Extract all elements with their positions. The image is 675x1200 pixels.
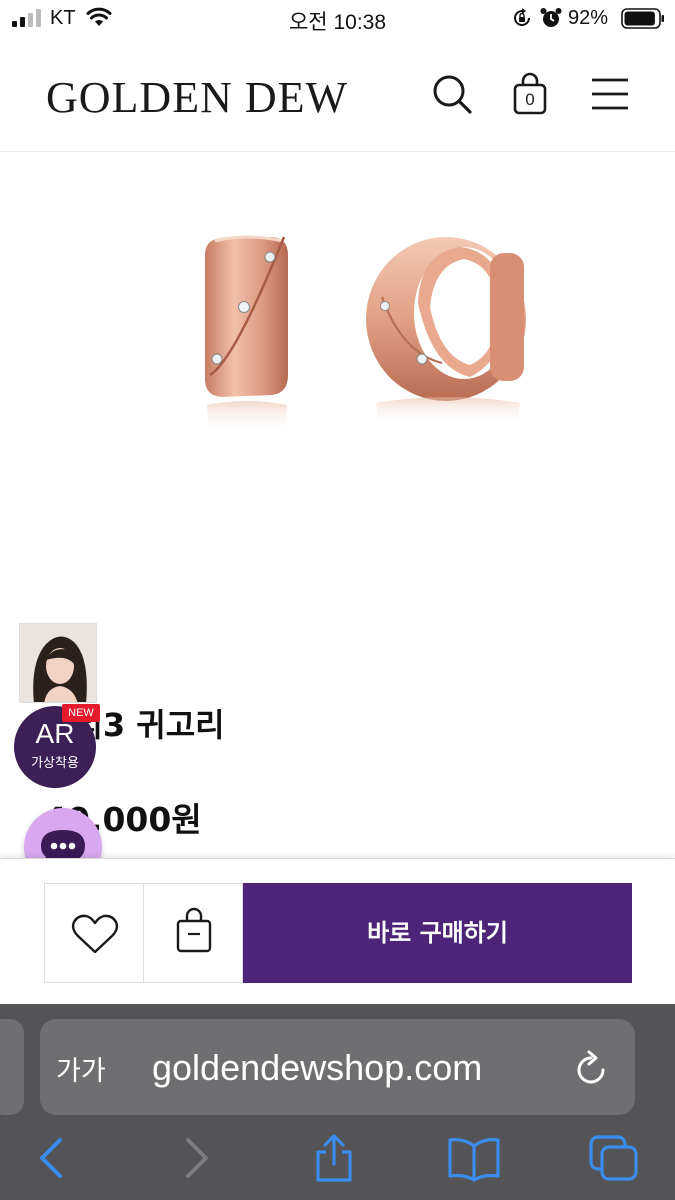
add-to-cart-button[interactable] <box>143 883 243 983</box>
brand-logo[interactable]: GOLDEN DEW <box>46 72 348 123</box>
site-header: GOLDEN DEW 0 <box>0 38 675 152</box>
earring-side-view <box>205 235 288 433</box>
cart-count: 0 <box>525 90 535 109</box>
purchase-action-bar: 바로 구매하기 <box>0 858 675 1006</box>
battery-icon <box>621 8 664 29</box>
share-icon[interactable] <box>312 1134 356 1182</box>
ar-title: AR <box>35 718 75 749</box>
alarm-icon <box>540 8 562 27</box>
reload-icon[interactable] <box>573 1049 609 1087</box>
url-text[interactable]: goldendewshop.com <box>152 1047 482 1089</box>
forward-icon[interactable] <box>180 1134 212 1182</box>
bookmarks-icon[interactable] <box>446 1134 502 1182</box>
model-photo <box>20 624 96 702</box>
battery-percent: 92% <box>568 7 609 29</box>
rotation-lock-icon <box>514 8 530 26</box>
previous-tab-preview[interactable] <box>0 1019 24 1115</box>
model-thumbnail[interactable] <box>19 623 97 703</box>
search-icon[interactable] <box>430 72 474 116</box>
wishlist-button[interactable] <box>44 883 144 983</box>
product-image[interactable] <box>0 153 675 603</box>
new-badge: NEW <box>62 704 100 722</box>
browser-toolbar: 가가 goldendewshop.com <box>0 1004 675 1200</box>
heart-icon <box>71 914 119 954</box>
hamburger-menu-icon[interactable] <box>588 72 632 116</box>
cart-button[interactable]: 0 <box>508 72 552 116</box>
earring-front-view <box>366 237 526 425</box>
back-icon[interactable] <box>36 1134 68 1182</box>
buy-now-button[interactable]: 바로 구매하기 <box>243 883 632 983</box>
status-bar: KT 오전 10:38 92% <box>0 0 675 38</box>
ar-subtitle: 가상착용 <box>31 756 79 771</box>
address-bar[interactable]: 가가 goldendewshop.com <box>40 1019 635 1115</box>
shopping-bag-icon <box>176 907 212 953</box>
tabs-icon[interactable] <box>588 1134 640 1182</box>
text-size-button[interactable]: 가가 <box>56 1049 106 1088</box>
